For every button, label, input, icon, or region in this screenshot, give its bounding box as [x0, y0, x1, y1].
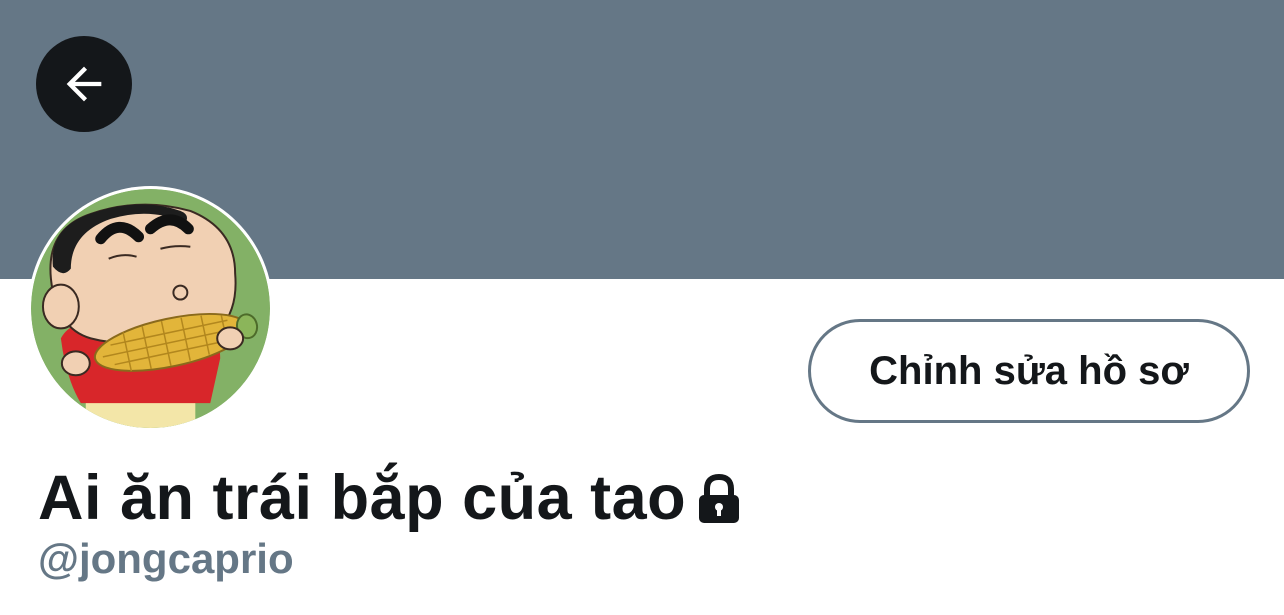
display-name-row: Ai ăn trái bắp của tao [38, 462, 742, 534]
user-handle: @jongcaprio [38, 535, 294, 582]
back-button[interactable] [36, 36, 132, 132]
profile-page: Chỉnh sửa hồ sơ Ai ăn trái bắp của tao @… [0, 0, 1284, 615]
arrow-left-icon [66, 66, 102, 102]
display-name: Ai ăn trái bắp của tao [38, 463, 687, 533]
lock-icon [696, 473, 742, 529]
cartoon-boy-eating-corn-avatar [31, 189, 270, 428]
edit-profile-button[interactable]: Chỉnh sửa hồ sơ [808, 319, 1250, 423]
avatar[interactable] [28, 186, 273, 431]
edit-profile-label: Chỉnh sửa hồ sơ [869, 348, 1189, 393]
